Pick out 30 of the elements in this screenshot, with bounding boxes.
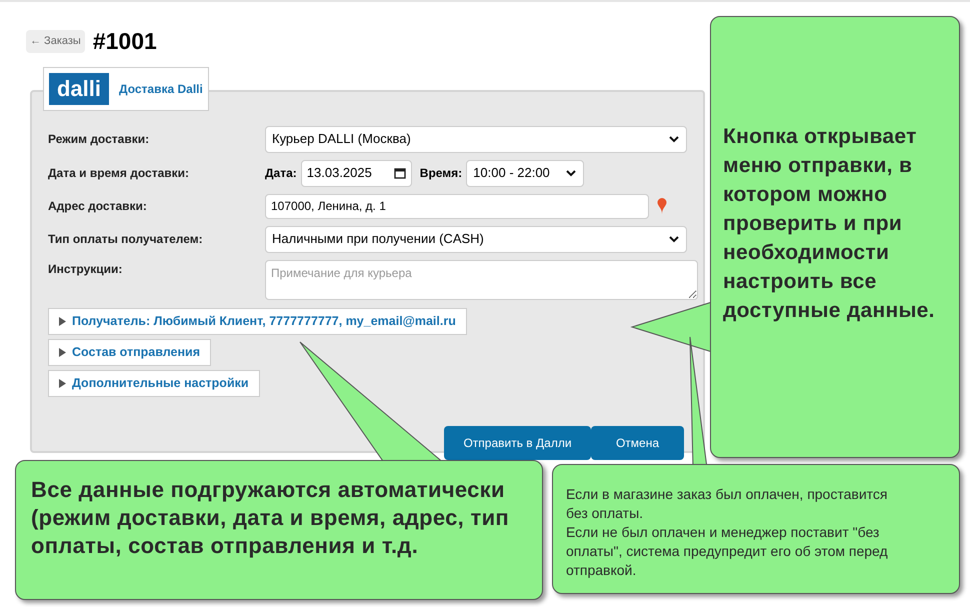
delivery-tab[interactable]: dalli Доставка Dalli (43, 66, 209, 110)
field-label: Режим доставки: (48, 131, 150, 148)
dalli-logo: dalli (49, 72, 109, 104)
field-label: Инструкции: (48, 260, 124, 278)
collapsible-section[interactable]: Состав отправления (48, 338, 212, 366)
address-field[interactable]: 107000, Ленина, д. 1 (265, 194, 649, 218)
date-field[interactable]: 13.03.2025 (300, 160, 412, 186)
order-title: #1001 (92, 27, 157, 56)
callout-note: Если в магазине заказ был оплачен, проставится без оплаты. Если не был оплачен и менеджер поставит "без оплаты", система предупредит его об этом перед отправкой. (552, 464, 960, 594)
date-label: Дата: (265, 165, 297, 182)
field-label: Дата и время доставки: (48, 165, 190, 182)
collapsible-section[interactable]: Дополнительные настройки (48, 370, 260, 396)
field-label: Тип оплаты получателем: (48, 231, 204, 248)
instructions-field[interactable]: Примечание для курьера (265, 260, 698, 300)
calendar-icon[interactable] (394, 167, 406, 179)
collapsed-triangle-icon (59, 348, 66, 356)
field-label: Адрес доставки: (48, 198, 148, 215)
tab-title: Доставка Dalli (119, 80, 203, 98)
send-button[interactable]: Отправить в Далли (444, 426, 591, 460)
time-label: Время: (420, 165, 462, 182)
callout-note: Кнопка открывает меню отправки, в котором можно проверить и при необходимости настроить все доступные данные. (710, 16, 960, 458)
collapsible-section[interactable]: Получатель: Любимый Клиент, 7777777777, my_email@mail.ru (48, 308, 467, 334)
collapsed-triangle-icon (59, 378, 66, 388)
payment-type-select[interactable]: Наличными при получении (CASH) (265, 226, 687, 252)
time-select[interactable]: 10:00 - 22:00 (466, 160, 584, 186)
back-button[interactable]: ← Заказы (26, 30, 85, 52)
map-pin-icon[interactable] (657, 198, 667, 214)
cancel-button[interactable]: Отмена (591, 426, 684, 460)
collapsed-triangle-icon (59, 316, 66, 326)
delivery-mode-select[interactable]: Курьер DALLI (Москва) (265, 126, 687, 152)
